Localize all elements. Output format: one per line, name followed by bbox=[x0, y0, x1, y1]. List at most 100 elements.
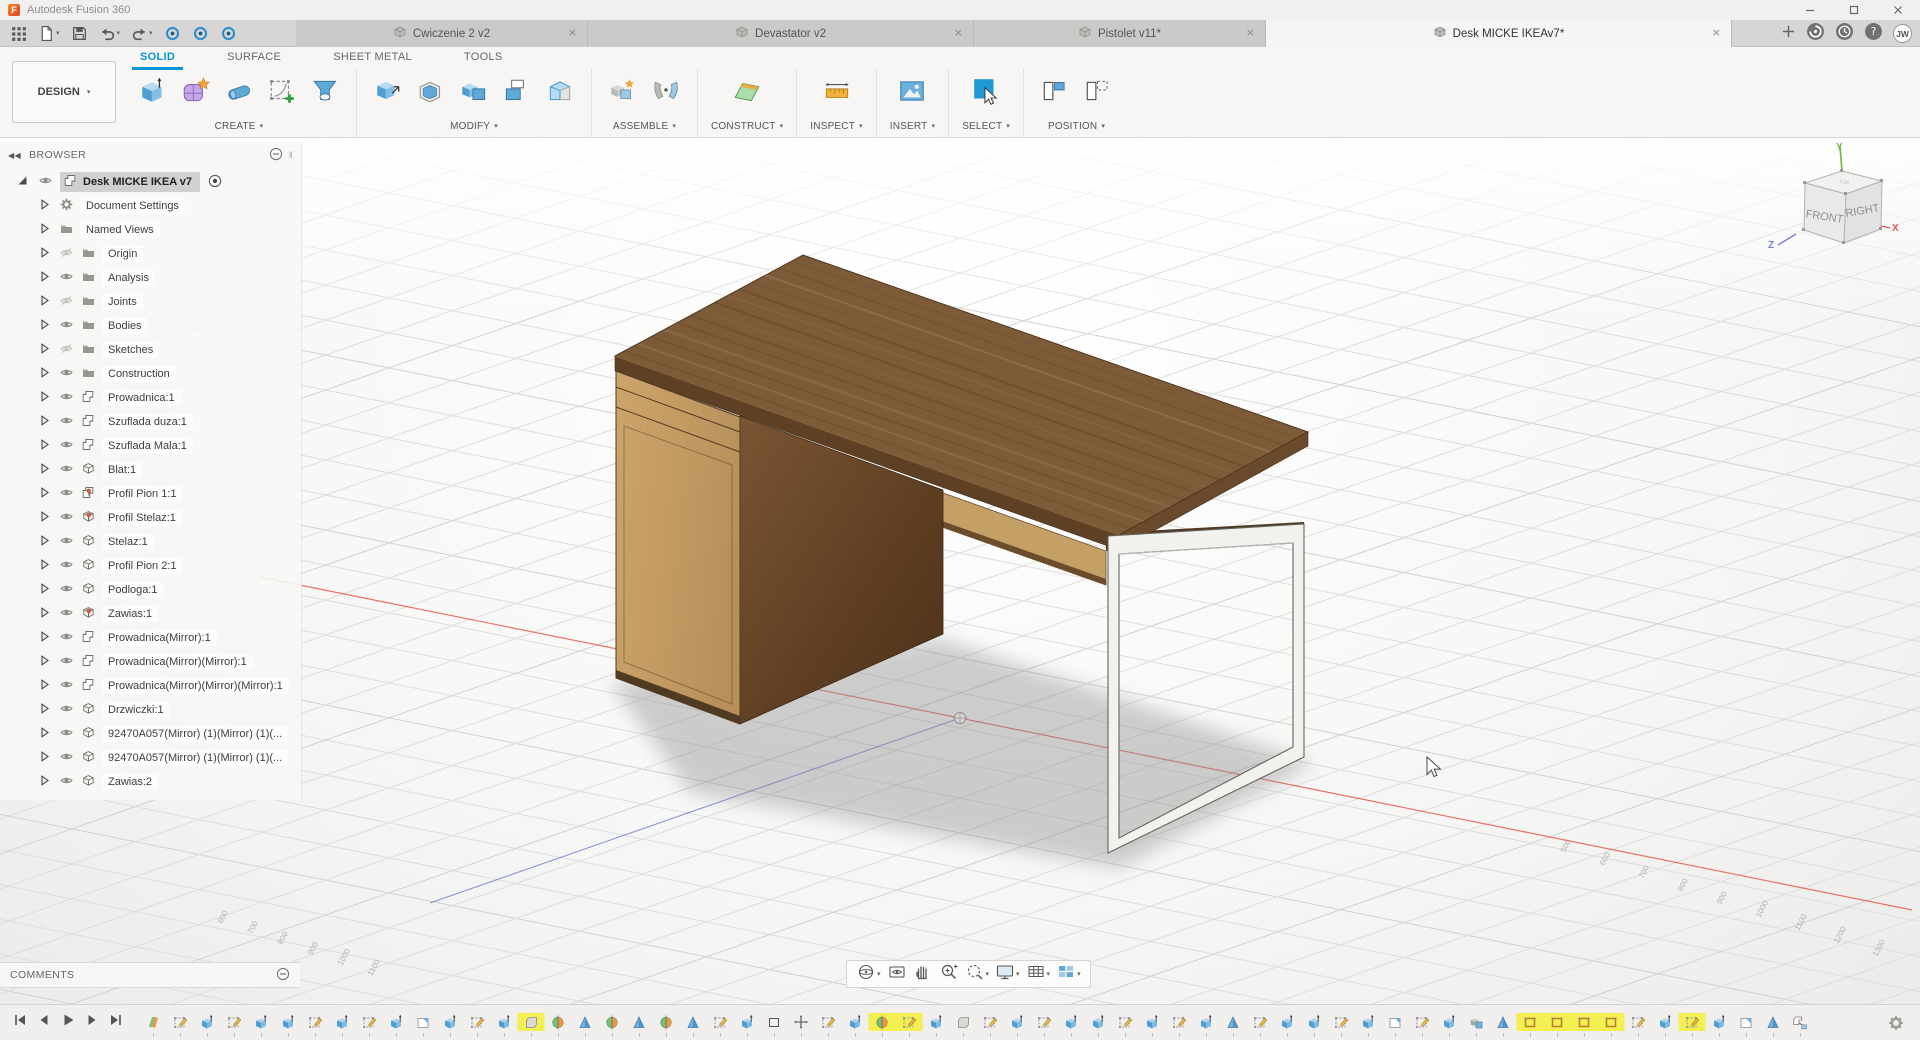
visibility-eye-icon[interactable] bbox=[60, 582, 73, 598]
timeline-feature-sketch[interactable] bbox=[360, 1013, 378, 1031]
orbit-button[interactable]: ▾ bbox=[856, 962, 881, 987]
viewports-button[interactable]: ▾ bbox=[1056, 962, 1081, 987]
timeline-feature-extrude[interactable] bbox=[927, 1013, 945, 1031]
timeline-feature-fillet[interactable] bbox=[954, 1013, 972, 1031]
expand-arrow-icon[interactable] bbox=[38, 342, 51, 358]
avatar[interactable]: JW bbox=[1893, 24, 1912, 43]
visibility-eye-icon[interactable] bbox=[60, 462, 73, 478]
browser-tree-item[interactable]: Podloga:1 bbox=[0, 578, 301, 602]
timeline-feature-extrude[interactable] bbox=[387, 1013, 405, 1031]
job-status-clock-icon[interactable] bbox=[1835, 22, 1854, 46]
cylinder-button[interactable] bbox=[221, 75, 257, 111]
pan-button[interactable] bbox=[913, 962, 933, 987]
draft-button[interactable] bbox=[542, 75, 578, 111]
expand-arrow-icon[interactable] bbox=[38, 198, 51, 214]
ribbon-tab-surface[interactable]: SURFACE bbox=[219, 48, 289, 70]
close-tab-icon[interactable]: × bbox=[1712, 26, 1721, 39]
replace-face-button[interactable] bbox=[499, 75, 535, 111]
measure-button[interactable] bbox=[819, 75, 855, 111]
browser-tree-item[interactable]: 92470A057(Mirror) (1)(Mirror) (1)(... bbox=[0, 722, 301, 746]
browser-tree-item[interactable]: Stelaz:1 bbox=[0, 530, 301, 554]
visibility-eye-icon[interactable] bbox=[60, 750, 73, 766]
timeline-feature-sketch[interactable] bbox=[711, 1013, 729, 1031]
visibility-eye-icon[interactable] bbox=[60, 726, 73, 742]
visibility-eye-icon[interactable] bbox=[60, 606, 73, 622]
document-tab[interactable]: Devastator v2× bbox=[588, 20, 974, 47]
timeline-feature-component[interactable] bbox=[1791, 1013, 1809, 1031]
ribbon-group-label[interactable]: ASSEMBLE▾ bbox=[613, 118, 676, 134]
expand-arrow-icon[interactable] bbox=[38, 774, 51, 790]
expand-arrow-icon[interactable] bbox=[38, 366, 51, 382]
browser-tree-item[interactable]: Blat:1 bbox=[0, 458, 301, 482]
expand-arrow-icon[interactable] bbox=[38, 750, 51, 766]
expand-arrow-icon[interactable] bbox=[38, 558, 51, 574]
visibility-eye-icon[interactable] bbox=[60, 342, 73, 358]
timeline-feature-boxfill[interactable] bbox=[414, 1013, 432, 1031]
press-pull-button[interactable] bbox=[370, 75, 406, 111]
status-circle-3-icon[interactable] bbox=[220, 25, 237, 42]
go-to-end-button[interactable] bbox=[108, 1012, 124, 1033]
browser-tree-item[interactable]: Construction bbox=[0, 362, 301, 386]
expand-arrow-icon[interactable] bbox=[38, 246, 51, 262]
visibility-eye-icon[interactable] bbox=[60, 486, 73, 502]
ribbon-tab-solid[interactable]: SOLID bbox=[132, 48, 183, 70]
timeline-feature-cone[interactable] bbox=[1494, 1013, 1512, 1031]
viewport-canvas[interactable]: 60070080090010001100 5006007008009001000… bbox=[0, 138, 1920, 1004]
document-tab[interactable]: Pistolet v11*× bbox=[974, 20, 1266, 47]
redo-icon[interactable]: ▾ bbox=[131, 25, 153, 42]
timeline-feature-extrude[interactable] bbox=[1656, 1013, 1674, 1031]
timeline-feature-revolve[interactable] bbox=[603, 1013, 621, 1031]
status-circle-2-icon[interactable] bbox=[192, 25, 209, 42]
timeline-feature-extrude[interactable] bbox=[198, 1013, 216, 1031]
timeline-feature-extrude[interactable] bbox=[1305, 1013, 1323, 1031]
visibility-eye-icon[interactable] bbox=[60, 366, 73, 382]
browser-tree-item[interactable]: Origin bbox=[0, 242, 301, 266]
visibility-eye-icon[interactable] bbox=[60, 294, 73, 310]
visibility-eye-icon[interactable] bbox=[60, 678, 73, 694]
timeline-feature-extrude[interactable] bbox=[1440, 1013, 1458, 1031]
timeline-feature-sketch[interactable] bbox=[1629, 1013, 1647, 1031]
close-tab-icon[interactable]: × bbox=[954, 26, 963, 39]
timeline-feature-sketch[interactable] bbox=[900, 1013, 918, 1031]
timeline-feature-revolve[interactable] bbox=[657, 1013, 675, 1031]
timeline-feature-cone[interactable] bbox=[684, 1013, 702, 1031]
timeline-feature-sketch[interactable] bbox=[1170, 1013, 1188, 1031]
visibility-eye-icon[interactable] bbox=[60, 702, 73, 718]
timeline-feature-extrude[interactable] bbox=[738, 1013, 756, 1031]
timeline-feature-boxfill[interactable] bbox=[1386, 1013, 1404, 1031]
play-button[interactable] bbox=[60, 1012, 76, 1033]
expand-arrow-icon[interactable] bbox=[38, 486, 51, 502]
timeline-feature-mirror[interactable] bbox=[1521, 1013, 1539, 1031]
browser-tree-item[interactable]: Analysis bbox=[0, 266, 301, 290]
browser-tree-item[interactable]: Named Views bbox=[0, 218, 301, 242]
timeline-feature-sketch[interactable] bbox=[171, 1013, 189, 1031]
ribbon-group-label[interactable]: CONSTRUCT▾ bbox=[711, 118, 783, 134]
timeline-feature-extrude[interactable] bbox=[333, 1013, 351, 1031]
browser-tree-item[interactable]: 92470A057(Mirror) (1)(Mirror) (1)(... bbox=[0, 746, 301, 770]
status-circle-1-icon[interactable] bbox=[164, 25, 181, 42]
visibility-eye-icon[interactable] bbox=[60, 510, 73, 526]
browser-tree-item[interactable]: Drzwiczki:1 bbox=[0, 698, 301, 722]
panel-resize-handle[interactable]: ‖ bbox=[289, 150, 293, 160]
browser-visibility-toggle-icon[interactable] bbox=[269, 147, 283, 164]
workspace-selector[interactable]: DESIGN ▾ bbox=[12, 61, 116, 123]
ribbon-group-label[interactable]: POSITION▾ bbox=[1048, 118, 1105, 134]
visibility-eye-icon[interactable] bbox=[60, 654, 73, 670]
visibility-eye-icon[interactable] bbox=[60, 438, 73, 454]
close-icon[interactable] bbox=[1876, 0, 1920, 20]
expand-arrow-icon[interactable] bbox=[38, 630, 51, 646]
expand-arrow-icon[interactable] bbox=[38, 510, 51, 526]
timeline-feature-boxfill[interactable] bbox=[1737, 1013, 1755, 1031]
revert-position-button[interactable] bbox=[1080, 75, 1116, 111]
timeline-feature-extrude[interactable] bbox=[252, 1013, 270, 1031]
extrude-button[interactable] bbox=[135, 75, 171, 111]
visibility-eye-icon[interactable] bbox=[60, 318, 73, 334]
app-grid-icon[interactable] bbox=[10, 25, 27, 42]
timeline-feature-cone[interactable] bbox=[1764, 1013, 1782, 1031]
shell-button[interactable] bbox=[413, 75, 449, 111]
timeline-feature-extrude[interactable] bbox=[279, 1013, 297, 1031]
collapse-panel-icon[interactable]: ◀◀ bbox=[8, 151, 21, 160]
visibility-eye-icon[interactable] bbox=[60, 558, 73, 574]
expand-arrow-icon[interactable] bbox=[38, 414, 51, 430]
timeline-feature-revolve[interactable] bbox=[873, 1013, 891, 1031]
